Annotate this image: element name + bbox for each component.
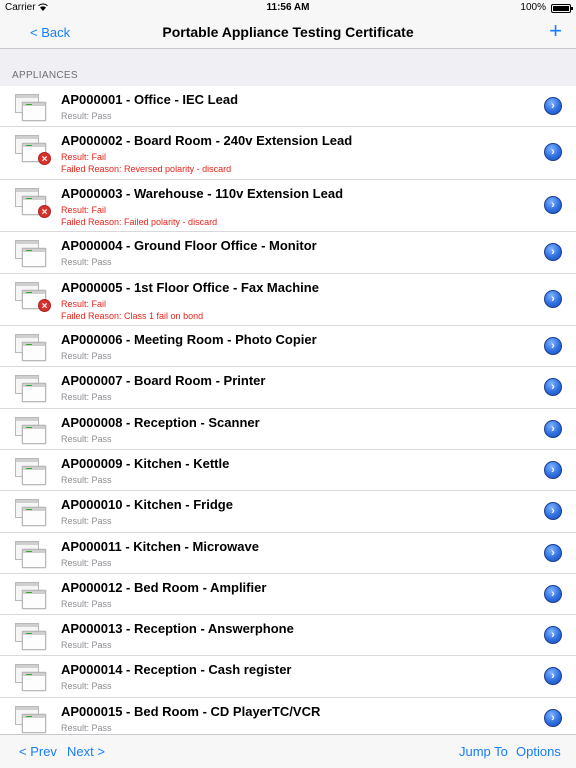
appliance-title: AP000008 - Reception - Scanner (61, 414, 260, 430)
fail-x-icon: × (38, 298, 51, 312)
list-item[interactable]: AP000006 - Meeting Room - Photo Copier Re… (0, 326, 576, 368)
page-title: Portable Appliance Testing Certificate (162, 24, 414, 40)
list-item[interactable]: AP000011 - Kitchen - Microwave Result: Pa… (0, 532, 576, 574)
list-item[interactable]: AP000009 - Kitchen - Kettle Result: Pass › (0, 449, 576, 492)
failed-reason: Failed Reason: Class 1 fail on bond (61, 310, 204, 321)
add-icon[interactable]: + (549, 20, 562, 42)
disclosure-chevron-icon[interactable]: › (544, 584, 562, 603)
disclosure-chevron-icon[interactable]: › (544, 502, 562, 521)
list-item[interactable]: AP000014 - Reception - Cash register Resu… (0, 656, 576, 698)
list-item[interactable]: AP000008 - Reception - Scanner Result: Pa… (0, 408, 576, 450)
fail-x-icon: × (38, 204, 51, 218)
disclosure-chevron-icon[interactable]: › (544, 708, 562, 727)
appliance-thumbnail-icon (15, 94, 49, 124)
appliance-result: Result: Pass (61, 640, 112, 651)
section-header: APPLIANCES (12, 70, 78, 81)
appliance-title: AP000004 - Ground Floor Office - Monitor (61, 238, 317, 254)
appliance-title: AP000001 - Office - IEC Lead (61, 92, 239, 107)
appliance-result: Result: Pass (61, 474, 112, 485)
appliance-result: Result: Pass (61, 111, 112, 121)
list-item[interactable]: × AP000002 - Board Room - 240v Extension … (0, 127, 576, 180)
appliance-thumbnail-icon (15, 334, 49, 364)
appliance-result: Result: Pass (61, 681, 112, 692)
options-button[interactable]: Options (516, 744, 561, 759)
failed-reason: Failed Reason: Reversed polarity - disca… (61, 164, 232, 175)
appliance-result: Result: Pass (61, 722, 112, 733)
appliance-thumbnail-icon (15, 540, 49, 571)
disclosure-chevron-icon[interactable]: › (544, 543, 562, 562)
list-item[interactable]: AP000015 - Bed Room - CD PlayerTC/VCR Res… (0, 697, 576, 740)
appliance-title: AP000011 - Kitchen - Microwave (61, 538, 259, 554)
battery-icon (551, 4, 573, 13)
appliance-result: Result: Pass (61, 598, 112, 609)
appliance-title: AP000006 - Meeting Room - Photo Copier (61, 332, 317, 348)
appliance-thumbnail-icon (15, 581, 49, 612)
appliance-result: Result: Pass (61, 392, 112, 403)
list-item[interactable]: × AP000003 - Warehouse - 110v Extension L… (0, 179, 576, 233)
appliance-result: Result: Pass (61, 351, 112, 362)
disclosure-chevron-icon[interactable]: › (544, 667, 562, 686)
appliance-title: AP000003 - Warehouse - 110v Extension Le… (61, 185, 344, 201)
appliance-thumbnail-icon (15, 457, 49, 488)
appliance-title: AP000013 - Reception - Answerphone (61, 621, 294, 637)
appliance-result: Result: Pass (61, 433, 112, 444)
jump-to-button[interactable]: Jump To (459, 744, 508, 759)
appliance-title: AP000009 - Kitchen - Kettle (61, 455, 230, 471)
disclosure-chevron-icon[interactable]: › (544, 337, 562, 356)
appliance-thumbnail-icon (15, 664, 49, 694)
fail-x-icon: × (38, 152, 51, 166)
appliance-list: AP000001 - Office - IEC Lead Result: Pass… (0, 86, 576, 740)
appliance-thumbnail-icon (15, 499, 49, 529)
disclosure-chevron-icon[interactable]: › (544, 626, 562, 645)
appliance-title: AP000015 - Bed Room - CD PlayerTC/VCR (61, 703, 321, 719)
appliance-result: Result: Fail (61, 152, 107, 163)
disclosure-chevron-icon[interactable]: › (544, 460, 562, 479)
appliance-title: AP000005 - 1st Floor Office - Fax Machin… (61, 279, 319, 295)
list-item[interactable]: AP000007 - Board Room - Printer Result: P… (0, 367, 576, 409)
list-item[interactable]: AP000004 - Ground Floor Office - Monitor… (0, 232, 576, 274)
list-item[interactable]: AP000013 - Reception - Answerphone Result… (0, 615, 576, 657)
disclosure-chevron-icon[interactable]: › (544, 419, 562, 438)
appliance-title: AP000014 - Reception - Cash register (61, 662, 292, 678)
list-item[interactable]: AP000001 - Office - IEC Lead Result: Pass… (0, 86, 576, 128)
failed-reason: Failed Reason: Failed polarity - discard (61, 216, 218, 227)
disclosure-chevron-icon[interactable]: › (544, 289, 562, 308)
appliance-title: AP000010 - Kitchen - Fridge (61, 497, 233, 513)
appliance-thumbnail-icon (15, 623, 49, 653)
list-item[interactable]: AP000010 - Kitchen - Fridge Result: Pass › (0, 491, 576, 533)
appliance-result: Result: Pass (61, 557, 112, 568)
appliance-result: Result: Fail (61, 298, 107, 309)
appliance-result: Result: Pass (61, 257, 112, 268)
battery-percent: 100% (520, 2, 546, 13)
appliance-result: Result: Fail (61, 204, 107, 215)
list-item[interactable]: AP000012 - Bed Room - Amplifier Result: P… (0, 573, 576, 616)
list-item[interactable]: × AP000005 - 1st Floor Office - Fax Machi… (0, 273, 576, 327)
appliance-title: AP000007 - Board Room - Printer (61, 373, 266, 389)
disclosure-chevron-icon[interactable]: › (544, 378, 562, 397)
disclosure-chevron-icon[interactable]: › (544, 243, 562, 262)
disclosure-chevron-icon[interactable]: › (544, 143, 562, 162)
appliance-thumbnail-icon (15, 416, 49, 447)
appliance-thumbnail-icon (15, 375, 49, 405)
appliance-thumbnail-icon (15, 240, 49, 270)
disclosure-chevron-icon[interactable]: › (544, 195, 562, 214)
bottom-toolbar: < Prev Next > Jump To Options (0, 734, 576, 768)
next-button[interactable]: Next > (67, 744, 105, 759)
navigation-bar: < Back Portable Appliance Testing Certif… (0, 16, 576, 49)
status-bar: Carrier 11:56 AM 100% (0, 0, 576, 16)
appliance-title: AP000012 - Bed Room - Amplifier (61, 579, 267, 595)
appliance-title: AP000002 - Board Room - 240v Extension L… (61, 133, 353, 149)
disclosure-chevron-icon[interactable]: › (544, 97, 562, 115)
clock: 11:56 AM (266, 2, 310, 13)
back-button[interactable]: < Back (30, 25, 70, 40)
prev-button[interactable]: < Prev (19, 744, 57, 759)
appliance-result: Result: Pass (61, 516, 112, 527)
appliance-thumbnail-icon (15, 705, 49, 736)
